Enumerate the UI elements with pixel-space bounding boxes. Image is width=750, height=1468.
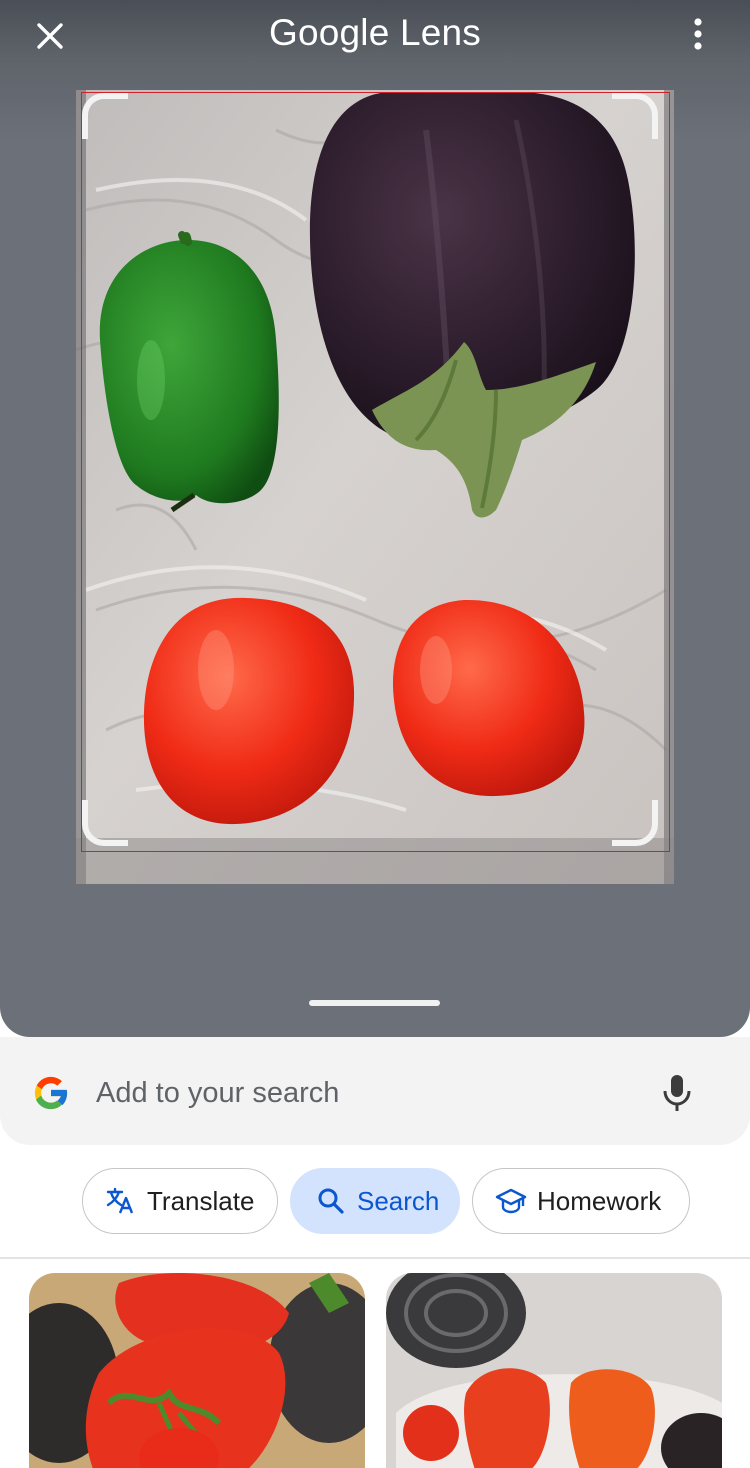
result-image [29, 1273, 365, 1468]
result-image [386, 1273, 722, 1468]
crop-handle-top-right[interactable] [612, 93, 658, 139]
result-thumbnail[interactable] [386, 1273, 722, 1468]
voice-search-button[interactable] [660, 1071, 694, 1115]
more-vert-icon [694, 18, 702, 50]
microphone-icon [663, 1075, 691, 1111]
translate-icon [106, 1187, 134, 1214]
crop-handle-bottom-left[interactable] [82, 800, 128, 846]
image-viewer: Google Lens [0, 0, 750, 1037]
search-input[interactable] [96, 1071, 636, 1115]
google-g-icon [34, 1076, 69, 1110]
graduation-cap-icon [495, 1188, 527, 1214]
crop-handle-top-left[interactable] [82, 93, 128, 139]
brand-google: Google [268, 12, 390, 53]
search-icon [318, 1188, 344, 1214]
sheet-drag-handle[interactable] [309, 1000, 440, 1006]
brand-lens: Lens [399, 12, 482, 53]
result-thumbnail[interactable] [29, 1273, 365, 1468]
crop-outline [81, 92, 670, 852]
translate-chip[interactable]: Translate [82, 1168, 278, 1234]
more-options-button[interactable] [680, 12, 716, 56]
top-bar: Google Lens [0, 0, 750, 72]
homework-chip[interactable]: Homework [472, 1168, 690, 1234]
homework-chip-label: Homework [537, 1185, 662, 1216]
search-chip[interactable]: Search [290, 1168, 460, 1234]
crop-handle-bottom-right[interactable] [612, 800, 658, 846]
mode-chips: Translate Search Homework [0, 1168, 750, 1234]
translate-chip-label: Translate [147, 1185, 255, 1216]
search-chip-label: Search [357, 1185, 440, 1216]
app-title: Google Lens [0, 12, 750, 54]
results-divider [0, 1257, 750, 1259]
search-bar [0, 1037, 750, 1145]
